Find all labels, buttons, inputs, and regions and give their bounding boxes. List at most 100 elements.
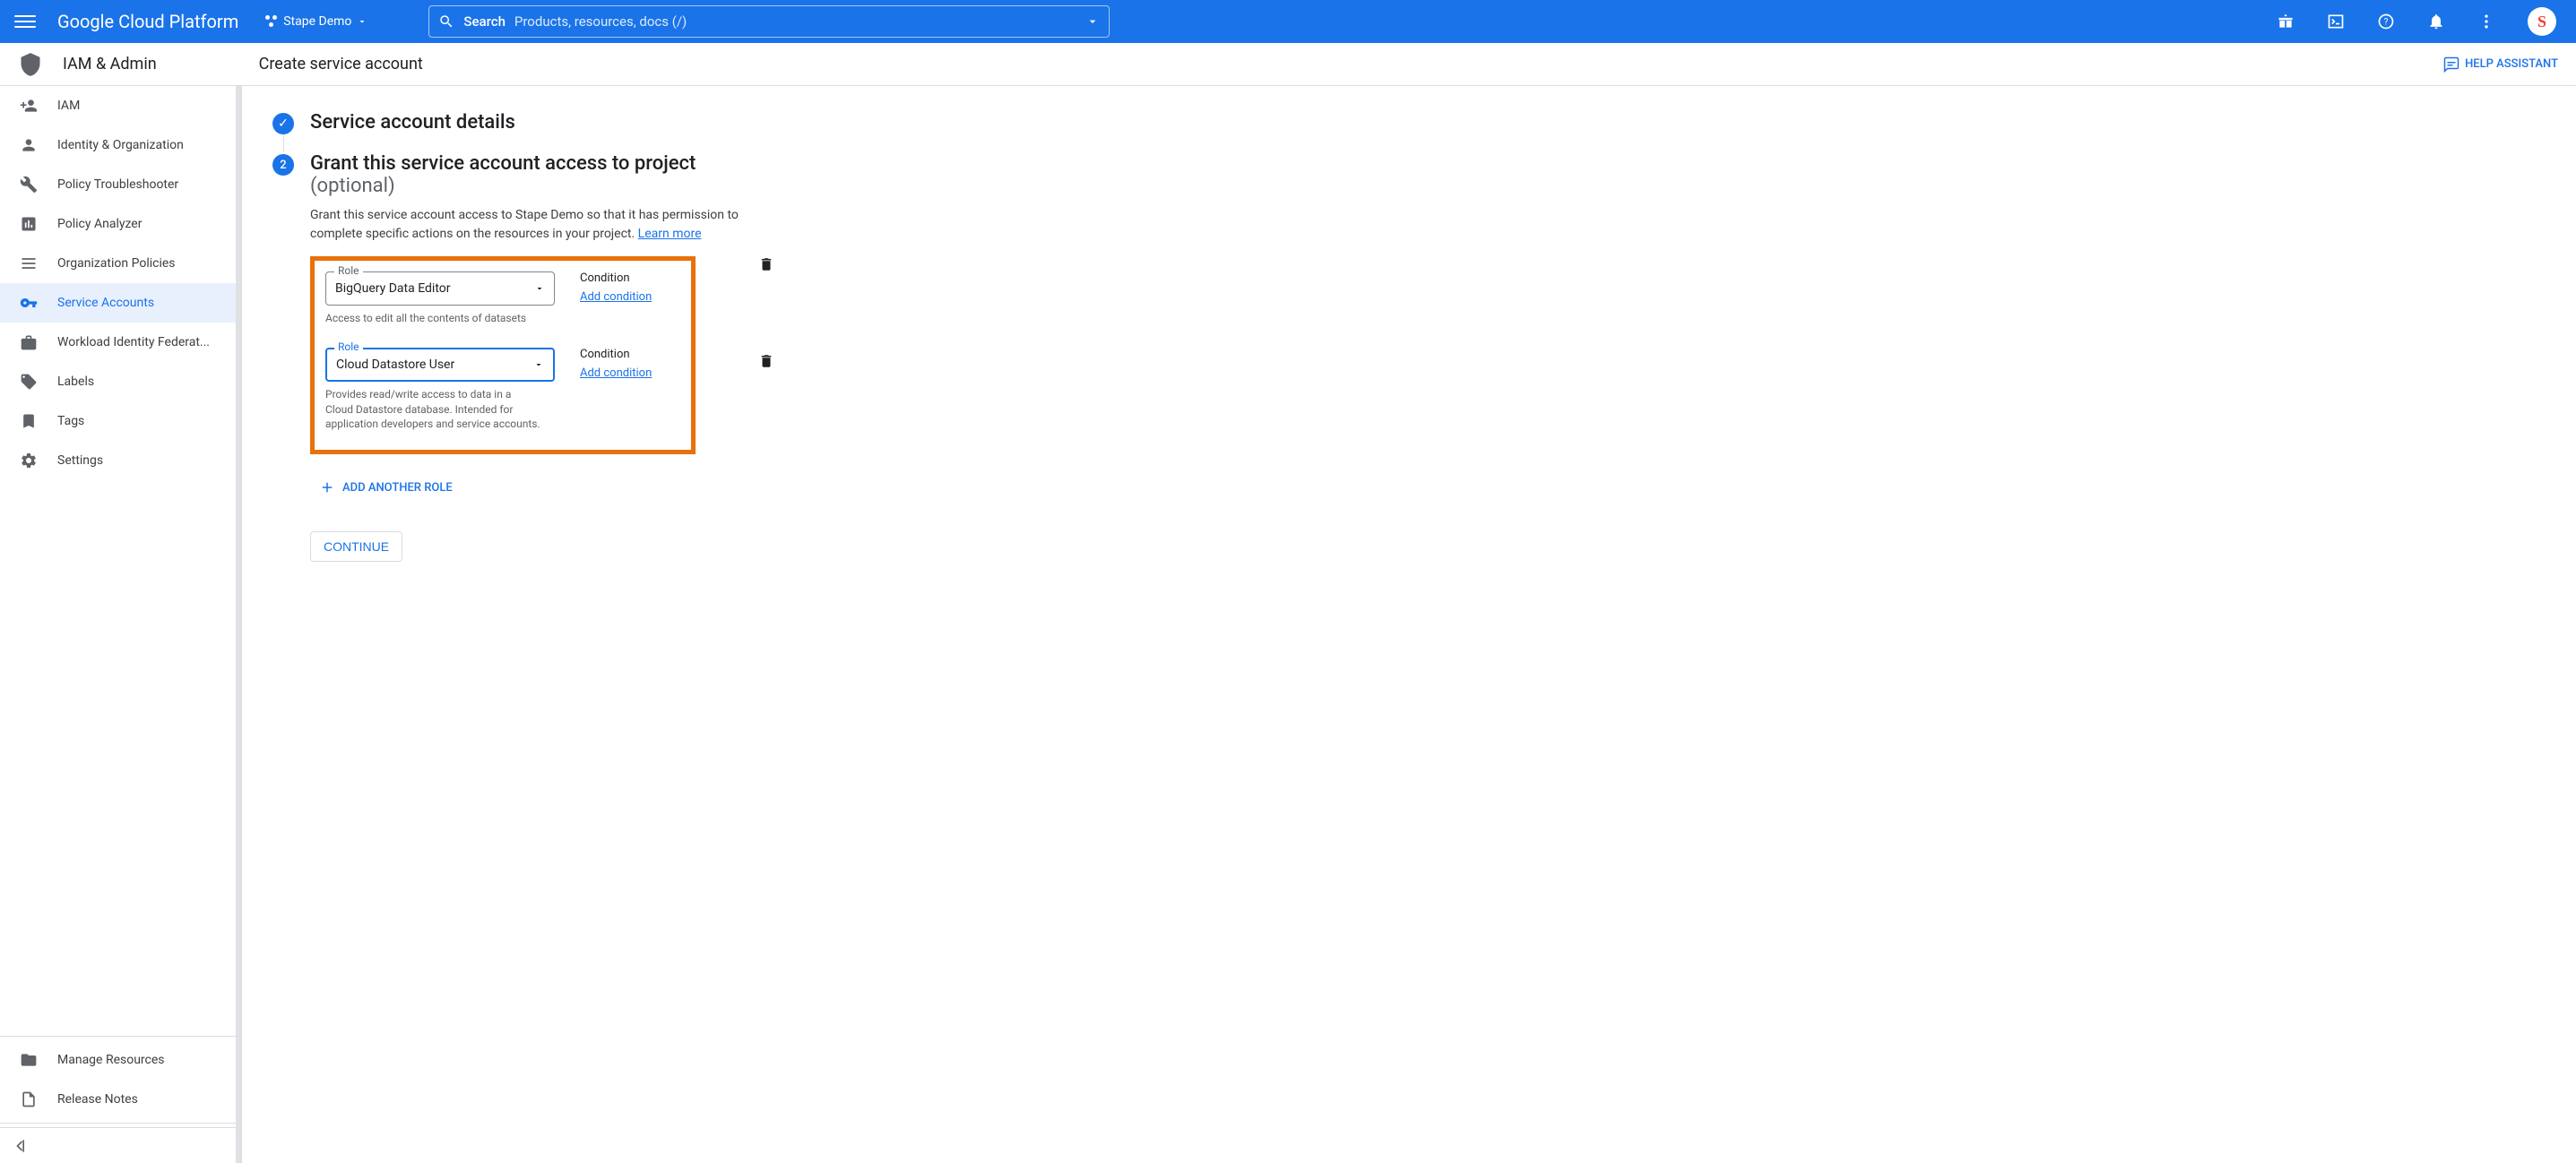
analytics-icon (20, 215, 38, 233)
search-box[interactable]: Search Products, resources, docs (/) (428, 5, 1110, 38)
gear-icon (20, 452, 38, 470)
product-name: Google Cloud Platform (57, 11, 238, 32)
subheader: IAM & Admin Create service account HELP … (0, 43, 2576, 86)
chevron-left-icon (11, 1137, 29, 1155)
chevron-down-icon (533, 359, 544, 370)
learn-more-link[interactable]: Learn more (638, 227, 702, 241)
svg-text:?: ? (2384, 17, 2389, 27)
search-icon (438, 13, 454, 30)
step-2: 2 Grant this service account access to p… (272, 152, 1079, 197)
sidebar-item-tags[interactable]: Tags (0, 401, 241, 441)
sidebar-item-policy-troubleshooter[interactable]: Policy Troubleshooter (0, 165, 241, 204)
sidebar-item-label: Manage Resources (57, 1053, 165, 1067)
add-role-label: ADD ANOTHER ROLE (342, 481, 453, 495)
role-value: BigQuery Data Editor (335, 281, 451, 296)
sidebar-item-release-notes[interactable]: Release Notes (0, 1080, 241, 1119)
help-assistant-button[interactable]: HELP ASSISTANT (2443, 56, 2558, 73)
help-assistant-label: HELP ASSISTANT (2465, 57, 2558, 71)
notifications-icon[interactable] (2427, 13, 2445, 30)
role-field-label: Role (334, 340, 363, 353)
key-icon (20, 294, 38, 312)
project-icon (265, 15, 278, 28)
sidebar-item-workload-identity[interactable]: Workload Identity Federat... (0, 323, 241, 362)
search-label: Search (463, 13, 506, 30)
trash-icon (758, 256, 774, 272)
step-2-subtitle: (optional) (310, 175, 395, 197)
step-badge-complete-icon (272, 113, 294, 134)
sidebar-item-identity[interactable]: Identity & Organization (0, 125, 241, 165)
delete-role-button[interactable] (758, 353, 774, 373)
person-icon (20, 136, 38, 154)
role-field: Role Cloud Datastore User Provides read/… (325, 348, 555, 432)
hamburger-menu-icon[interactable] (14, 11, 36, 32)
chat-icon (2443, 56, 2459, 73)
sidebar-item-policy-analyzer[interactable]: Policy Analyzer (0, 204, 241, 244)
sidebar-item-labels[interactable]: Labels (0, 362, 241, 401)
step-badge-number: 2 (272, 154, 294, 176)
role-row-2: Role Cloud Datastore User Provides read/… (325, 348, 680, 432)
step-1-title: Service account details (310, 111, 515, 134)
wrench-icon (20, 176, 38, 194)
sidebar-item-label: Policy Analyzer (57, 217, 142, 231)
badge-icon (20, 333, 38, 351)
role-help-text: Provides read/write access to data in a … (325, 387, 540, 432)
cloud-shell-icon[interactable] (2327, 13, 2345, 30)
project-name: Stape Demo (283, 14, 351, 29)
sidebar-item-iam[interactable]: IAM (0, 86, 241, 125)
page-title: Create service account (259, 55, 423, 73)
gift-icon[interactable] (2277, 13, 2295, 30)
sidebar-item-label: IAM (57, 99, 80, 113)
plus-icon (319, 479, 335, 495)
roles-highlight-box: Role BigQuery Data Editor Access to edit… (310, 256, 696, 454)
sidebar-item-label: Workload Identity Federat... (57, 335, 210, 349)
shield-icon (18, 52, 43, 77)
folder-icon (20, 1051, 38, 1069)
sidebar-item-service-accounts[interactable]: Service Accounts (0, 283, 241, 323)
add-condition-link[interactable]: Add condition (580, 290, 652, 304)
condition-label: Condition (580, 348, 652, 361)
role-field: Role BigQuery Data Editor Access to edit… (325, 271, 555, 326)
add-condition-link[interactable]: Add condition (580, 366, 652, 380)
person-add-icon (20, 97, 38, 115)
section-name: IAM & Admin (63, 55, 157, 73)
step-2-description: Grant this service account access to Sta… (310, 206, 776, 244)
sidebar-item-settings[interactable]: Settings (0, 441, 241, 480)
delete-role-button[interactable] (758, 256, 774, 276)
sidebar-item-label: Tags (57, 414, 84, 428)
list-icon (20, 254, 38, 272)
role-field-label: Role (334, 264, 363, 277)
search-placeholder: Products, resources, docs (/) (514, 13, 687, 30)
delete-buttons-column (696, 244, 774, 373)
notes-icon (20, 1090, 38, 1108)
avatar[interactable]: S (2528, 7, 2556, 36)
sidebar-item-label: Service Accounts (57, 296, 154, 310)
step-1: Service account details (272, 111, 1079, 134)
main-content: Service account details 2 Grant this ser… (242, 86, 2576, 1163)
sidebar-item-label: Policy Troubleshooter (57, 177, 178, 192)
role-value: Cloud Datastore User (336, 358, 454, 372)
scrollbar[interactable] (236, 86, 241, 1163)
help-icon[interactable]: ? (2377, 13, 2395, 30)
condition-column: Condition Add condition (580, 348, 652, 380)
chevron-down-icon (357, 16, 367, 27)
chevron-down-icon[interactable] (1085, 14, 1100, 29)
collapse-sidebar-button[interactable] (0, 1127, 241, 1163)
continue-button[interactable]: CONTINUE (310, 531, 402, 562)
condition-label: Condition (580, 271, 652, 285)
trash-icon (758, 353, 774, 369)
role-row-1: Role BigQuery Data Editor Access to edit… (325, 271, 680, 326)
condition-column: Condition Add condition (580, 271, 652, 304)
sidebar-item-org-policies[interactable]: Organization Policies (0, 244, 241, 283)
step-2-title: Grant this service account access to pro… (310, 152, 696, 175)
tag-icon (20, 373, 38, 391)
project-selector[interactable]: Stape Demo (265, 14, 367, 29)
sidebar-item-label: Organization Policies (57, 256, 176, 271)
sidebar-item-label: Identity & Organization (57, 138, 184, 152)
chevron-down-icon (534, 283, 545, 294)
sidebar-item-label: Labels (57, 375, 94, 389)
sidebar-item-manage-resources[interactable]: Manage Resources (0, 1040, 241, 1080)
sidebar-item-label: Settings (57, 453, 103, 468)
add-another-role-button[interactable]: ADD ANOTHER ROLE (319, 479, 1079, 495)
sidebar: IAM Identity & Organization Policy Troub… (0, 86, 242, 1163)
more-icon[interactable] (2477, 13, 2495, 30)
